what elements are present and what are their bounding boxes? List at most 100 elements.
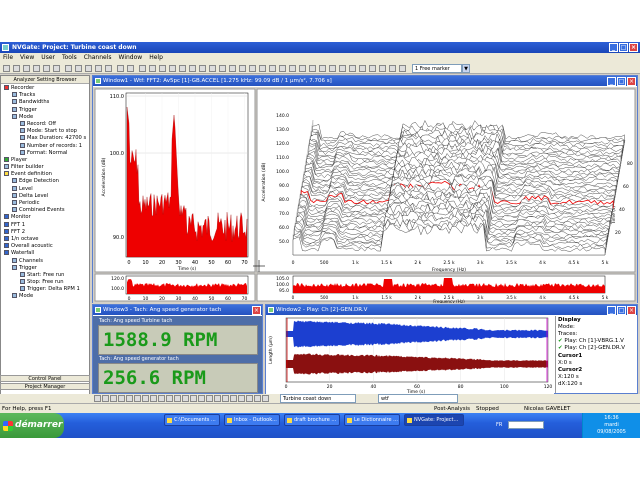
window1-fft[interactable]: Window1 - Wtf: FFT2: Av5pc [1]-GB.ACCEL … (92, 75, 638, 303)
tree-item[interactable]: 1/n octave (1, 235, 89, 243)
toolbar-tool-icon[interactable] (127, 65, 134, 72)
chevron-down-icon[interactable]: ▼ (462, 64, 470, 73)
toolbar-tool-icon[interactable] (339, 65, 346, 72)
minimize-button[interactable]: _ (607, 77, 616, 86)
close-button[interactable]: × (627, 77, 636, 86)
task-brochure[interactable]: draft brochure ... (284, 414, 340, 426)
bottom-tool-icon[interactable] (166, 395, 173, 402)
close-button[interactable]: × (627, 306, 636, 315)
menu-user[interactable]: User (41, 53, 55, 63)
bottom-tool-icon[interactable] (134, 395, 141, 402)
toolbar-tool-icon[interactable] (359, 65, 366, 72)
tree-item[interactable]: Event definition (1, 171, 89, 178)
close-button[interactable]: × (629, 43, 638, 52)
toolbar-tool-icon[interactable] (239, 65, 246, 72)
bottom-tool-icon[interactable] (150, 395, 157, 402)
toolbar-tool-icon[interactable] (279, 65, 286, 72)
toolbar-tool-icon[interactable] (219, 65, 226, 72)
toolbar-tool-icon[interactable] (369, 65, 376, 72)
tree-item[interactable]: Tracks (1, 92, 89, 99)
minimize-button[interactable]: _ (609, 43, 618, 52)
task-explorer[interactable]: C:\Documents ... (164, 414, 220, 426)
task-dictionary[interactable]: Le Dictionnaire ... (344, 414, 400, 426)
tree-item[interactable]: Monitor (1, 214, 89, 221)
toolbar-tool-icon[interactable] (329, 65, 336, 72)
tree-item[interactable]: FFT 2 (1, 228, 89, 236)
bottom-tool-icon[interactable] (118, 395, 125, 402)
toolbar-tool-icon[interactable] (105, 65, 112, 72)
toolbar-tool-icon[interactable] (299, 65, 306, 72)
tree-item[interactable]: FFT 1 (1, 221, 89, 229)
maximize-button[interactable]: □ (617, 77, 626, 86)
bottom-tool-icon[interactable] (110, 395, 117, 402)
toolbar-tool-icon[interactable] (229, 65, 236, 72)
toolbar-tool-icon[interactable] (169, 65, 176, 72)
tree-item[interactable]: Delta Level (1, 192, 89, 200)
tree-item[interactable]: Bandwidths (1, 99, 89, 106)
tree-item[interactable]: Trigger (1, 106, 89, 114)
start-button[interactable]: démarrer (0, 413, 64, 438)
window1-titlebar[interactable]: Window1 - Wtf: FFT2: Av5pc [1]-GB.ACCEL … (93, 76, 637, 86)
trace1-item[interactable]: ✔ Play: Ch [1]-VBRG.1.V (558, 338, 624, 345)
menu-view[interactable]: View (20, 53, 34, 63)
tree-item[interactable]: Record: Off (1, 120, 89, 128)
toolbar-tool-icon[interactable] (3, 65, 10, 72)
minimize-button[interactable]: _ (607, 306, 616, 315)
project-manager-tab[interactable]: Project Manager (0, 383, 90, 390)
tree-item[interactable]: Mode (1, 113, 89, 121)
tree-item[interactable]: Periodic (1, 200, 89, 207)
toolbar-tool-icon[interactable] (149, 65, 156, 72)
window1-plots[interactable]: 110.0 100.0 90.0 Acceleration (dB) 0 10 20 30 40… (93, 87, 637, 303)
menu-file[interactable]: File (3, 53, 13, 63)
tree-item[interactable]: Level (1, 185, 89, 193)
bottom-tool-icon[interactable] (262, 395, 269, 402)
bottom-tool-icon[interactable] (142, 395, 149, 402)
maximize-button[interactable]: □ (617, 306, 626, 315)
toolbar-tool-icon[interactable] (75, 65, 82, 72)
toolbar-tool-icon[interactable] (189, 65, 196, 72)
tree-item[interactable]: Trigger (1, 264, 89, 272)
toolbar-tool-icon[interactable] (399, 65, 406, 72)
tree-item[interactable]: Combined Events (1, 207, 89, 214)
toolbar-tool-icon[interactable] (379, 65, 386, 72)
close-button[interactable]: × (252, 306, 261, 315)
menu-tools[interactable]: Tools (62, 53, 77, 63)
bottom-tool-icon[interactable] (182, 395, 189, 402)
toolbar-tool-icon[interactable] (33, 65, 40, 72)
toolbar-tool-icon[interactable] (139, 65, 146, 72)
toolbar-tool-icon[interactable] (23, 65, 30, 72)
menu-channels[interactable]: Channels (84, 53, 112, 63)
clock-time[interactable]: 16:36 (583, 415, 640, 422)
tree-item[interactable]: Recorder (1, 85, 89, 92)
toolbar-tool-icon[interactable] (53, 65, 60, 72)
task-outlook[interactable]: Inbox - Outlook... (224, 414, 280, 426)
toolbar-tool-icon[interactable] (95, 65, 102, 72)
tree-item[interactable]: Number of records: 1 (1, 142, 89, 150)
toolbar-tool-icon[interactable] (117, 65, 124, 72)
tree-item[interactable]: Edge Detection (1, 178, 89, 185)
project-combo[interactable]: Turbine coast down (280, 394, 356, 403)
app-titlebar[interactable]: NVGate: Project: Turbine coast down _ □ … (0, 42, 640, 53)
bottom-tool-icon[interactable] (174, 395, 181, 402)
trace2-item[interactable]: ✔ Play: Ch [2]-GEN.DR.V (558, 345, 625, 352)
tree-item[interactable]: Max Duration: 42700 s (1, 135, 89, 142)
menu-help[interactable]: Help (149, 53, 163, 63)
toolbar-tool-icon[interactable] (179, 65, 186, 72)
window2-titlebar[interactable]: Window2 - Play: Ch [2]-GEN.DR.V _ □ × (266, 305, 637, 315)
toolbar-tool-icon[interactable] (13, 65, 20, 72)
tree-item[interactable]: Start: Free run (1, 271, 89, 279)
bottom-tool-icon[interactable] (94, 395, 101, 402)
tree-item[interactable]: Waterfall (1, 250, 89, 257)
toolbar-tool-icon[interactable] (389, 65, 396, 72)
bottom-tool-icon[interactable] (198, 395, 205, 402)
menu-window[interactable]: Window (119, 53, 143, 63)
tree-item[interactable]: Channels (1, 257, 89, 265)
control-panel-tab[interactable]: Control Panel (0, 375, 90, 382)
bottom-tool-icon[interactable] (158, 395, 165, 402)
bottom-tool-icon[interactable] (246, 395, 253, 402)
window2-play[interactable]: Window2 - Play: Ch [2]-GEN.DR.V _ □ × Le… (265, 304, 638, 394)
toolbar-tool-icon[interactable] (159, 65, 166, 72)
window-combo[interactable]: wtf (378, 394, 458, 403)
toolbar-tool-icon[interactable] (65, 65, 72, 72)
window3-tach[interactable]: Window3 - Tach: Ang speed generator tach… (92, 304, 263, 394)
